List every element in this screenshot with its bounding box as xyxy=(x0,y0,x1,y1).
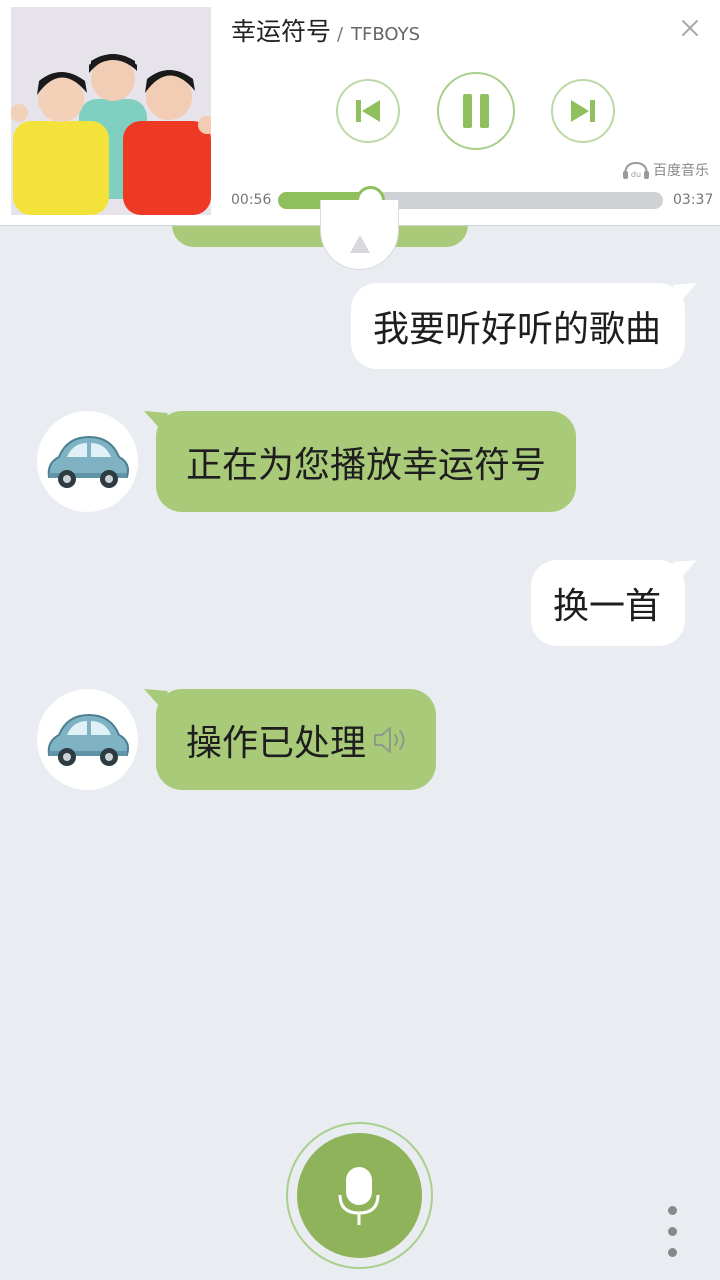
music-player-card: 幸运符号 / TFBOYS du 百度音乐 00:56 03:37 xyxy=(0,0,720,226)
more-vertical-icon xyxy=(668,1206,677,1215)
expand-player-button[interactable] xyxy=(320,200,399,270)
next-track-button[interactable] xyxy=(551,79,615,143)
bubble-tail xyxy=(673,283,698,303)
song-title: 幸运符号 xyxy=(231,17,332,46)
message-text: 操作已处理 xyxy=(186,722,367,764)
brand-label: 百度音乐 xyxy=(653,163,709,179)
song-title-line: 幸运符号 / TFBOYS xyxy=(231,12,420,48)
more-vertical-icon-dot xyxy=(668,1227,677,1236)
bubble-tail xyxy=(144,411,168,431)
expand-up-icon xyxy=(350,235,370,253)
total-time: 03:37 xyxy=(673,192,714,208)
user-message-bubble: 换一首 xyxy=(531,560,698,646)
bubble-tail xyxy=(673,560,698,580)
car-icon xyxy=(47,435,129,488)
brand-badge-text: du xyxy=(631,170,641,179)
artist-name: TFBOYS xyxy=(351,24,421,45)
bot-avatar xyxy=(37,411,138,512)
previous-track-button[interactable] xyxy=(336,79,400,143)
more-vertical-icon-dot xyxy=(668,1248,677,1257)
microphone-icon xyxy=(338,1167,380,1225)
car-icon xyxy=(47,713,129,766)
speaker-icon[interactable] xyxy=(372,723,412,757)
title-separator: / xyxy=(337,24,344,45)
skip-previous-icon xyxy=(356,100,380,122)
current-time: 00:56 xyxy=(231,192,272,208)
message-text: 换一首 xyxy=(553,586,662,627)
bubble-tail xyxy=(144,689,168,709)
close-button[interactable] xyxy=(676,14,704,42)
bot-avatar xyxy=(37,689,138,790)
skip-next-icon xyxy=(571,100,595,122)
close-icon xyxy=(682,20,698,36)
pause-button[interactable] xyxy=(437,72,515,150)
assistant-message-bubble[interactable]: 操作已处理 xyxy=(144,689,437,790)
brand-logo: du 百度音乐 xyxy=(622,160,709,180)
pause-icon xyxy=(463,94,489,128)
message-text: 正在为您播放幸运符号 xyxy=(186,444,547,486)
message-text: 我要听好听的歌曲 xyxy=(373,309,662,350)
more-options-button[interactable] xyxy=(662,1202,682,1262)
baidu-music-logo-icon: du xyxy=(623,161,649,179)
voice-input-button[interactable] xyxy=(297,1133,422,1258)
user-message-bubble: 我要听好听的歌曲 xyxy=(351,283,698,369)
assistant-message-bubble: 正在为您播放幸运符号 xyxy=(144,411,577,512)
album-cover-image xyxy=(11,7,211,215)
